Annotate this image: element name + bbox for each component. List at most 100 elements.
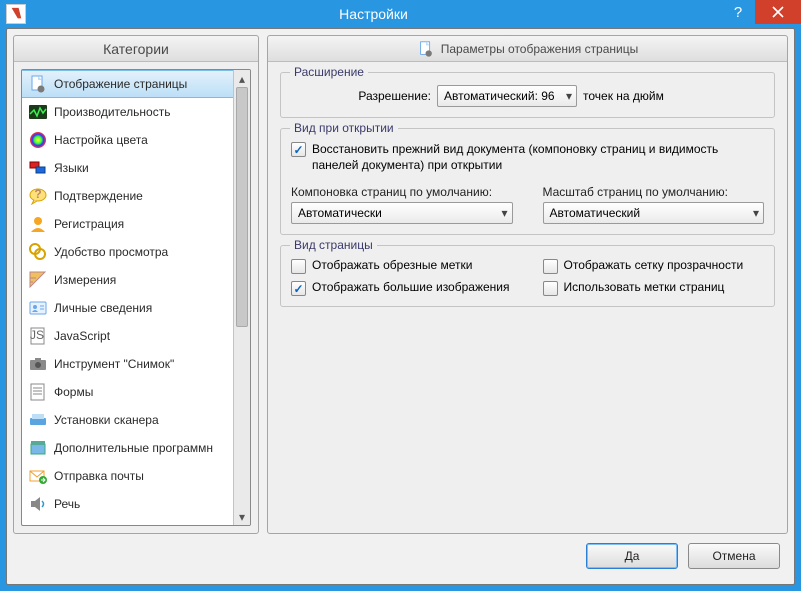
restore-view-checkbox[interactable]: Восстановить прежний вид документа (комп… [291,141,764,173]
zoom-label: Масштаб страниц по умолчанию: [543,185,765,199]
sidebar-item-measure[interactable]: Измерения [22,266,233,294]
layout-value: Автоматически [298,206,382,220]
svg-text:?: ? [34,187,41,201]
crop-marks-label: Отображать обрезные метки [312,258,472,272]
sidebar-item-label: Дополнительные программн [54,441,213,455]
group-open-view: Вид при открытии Восстановить прежний ви… [280,128,775,235]
sidebar-item-accessibility[interactable]: Удобство просмотра [22,238,233,266]
transparency-grid-checkbox[interactable]: Отображать сетку прозрачности [543,258,765,274]
titlebar: Настройки ? [0,0,801,28]
large-images-label: Отображать большие изображения [312,280,509,294]
help-button[interactable]: ? [721,0,755,24]
sidebar-item-performance[interactable]: Производительность [22,98,233,126]
resolution-select[interactable]: Автоматический: 96 ▾ [437,85,577,107]
forms-icon [28,382,48,402]
zoom-value: Автоматический [550,206,641,220]
sidebar-item-label: Отправка почты [54,469,144,483]
resolution-value: Автоматический: 96 [444,89,555,103]
group-page-view: Вид страницы Отображать обрезные метки О… [280,245,775,307]
languages-icon [28,158,48,178]
sidebar-item-javascript[interactable]: JS JavaScript [22,322,233,350]
resolution-label: Разрешение: [351,89,431,103]
categories-scrollbar[interactable]: ▴ ▾ [233,70,250,525]
group-extension-legend: Расширение [290,65,368,79]
color-icon [28,130,48,150]
sidebar-item-label: Речь [54,497,80,511]
restore-view-label: Восстановить прежний вид документа (комп… [312,141,764,173]
sidebar-item-speech[interactable]: Речь [22,490,233,518]
sidebar-item-mail[interactable]: Отправка почты [22,462,233,490]
sidebar-item-page-display[interactable]: Отображение страницы [22,70,233,98]
measure-icon [28,270,48,290]
group-extension: Расширение Разрешение: Автоматический: 9… [280,72,775,118]
sidebar-item-label: Формы [54,385,93,399]
app-icon [6,4,26,24]
large-images-checkbox[interactable]: Отображать большие изображения [291,280,513,296]
ocr-icon: OCR [28,522,48,526]
sidebar-item-confirm[interactable]: ? Подтверждение [22,182,233,210]
sidebar-item-identity[interactable]: Личные сведения [22,294,233,322]
categories-header: Категории [14,36,258,62]
scroll-up-button[interactable]: ▴ [234,70,250,87]
categories-panel: Категории Отображение страницы Производи… [13,35,259,534]
sidebar-item-label: Инструмент "Снимок" [54,357,174,371]
close-button[interactable] [755,0,801,24]
sidebar-item-label: Отображение страницы [54,77,187,91]
checkbox-icon [543,281,558,296]
sidebar-item-register[interactable]: Регистрация [22,210,233,238]
sidebar-item-scanner[interactable]: Установки сканера [22,406,233,434]
sidebar-item-label: Настройка цвета [54,133,148,147]
dialog-buttons: Да Отмена [13,534,788,578]
chevron-down-icon: ▾ [501,206,507,220]
scanner-icon [28,410,48,430]
sidebar-item-label: OCR [54,525,81,526]
layout-select[interactable]: Автоматически ▾ [291,202,513,224]
page-labels-label: Использовать метки страниц [564,280,725,294]
identity-icon [28,298,48,318]
checkbox-icon [291,142,306,157]
zoom-select[interactable]: Автоматический ▾ [543,202,765,224]
page-display-icon [417,40,435,58]
transparency-grid-label: Отображать сетку прозрачности [564,258,744,272]
chevron-down-icon: ▾ [753,206,759,220]
resolution-unit: точек на дюйм [583,89,664,103]
snapshot-icon [28,354,48,374]
svg-text:JS: JS [30,328,44,342]
window-title: Настройки [26,6,721,22]
addons-icon [28,438,48,458]
sidebar-item-label: JavaScript [54,329,110,343]
content-header: Параметры отображения страницы [268,36,787,62]
sidebar-item-forms[interactable]: Формы [22,378,233,406]
layout-label: Компоновка страниц по умолчанию: [291,185,513,199]
sidebar-item-label: Производительность [54,105,170,119]
page-labels-checkbox[interactable]: Использовать метки страниц [543,280,765,296]
scroll-thumb[interactable] [236,87,248,327]
checkbox-icon [543,259,558,274]
dialog-body: Категории Отображение страницы Производи… [6,28,795,585]
sidebar-item-label: Регистрация [54,217,124,231]
checkbox-icon [291,281,306,296]
crop-marks-checkbox[interactable]: Отображать обрезные метки [291,258,513,274]
group-open-view-legend: Вид при открытии [290,121,398,135]
js-icon: JS [28,326,48,346]
sidebar-item-languages[interactable]: Языки [22,154,233,182]
chevron-down-icon: ▾ [566,89,572,103]
group-page-view-legend: Вид страницы [290,238,377,252]
cancel-button[interactable]: Отмена [688,543,780,569]
sidebar-item-color[interactable]: Настройка цвета [22,126,233,154]
ok-button[interactable]: Да [586,543,678,569]
sidebar-item-addons[interactable]: Дополнительные программн [22,434,233,462]
sidebar-item-snapshot[interactable]: Инструмент "Снимок" [22,350,233,378]
sidebar-item-ocr[interactable]: OCR OCR [22,518,233,525]
mail-icon [28,466,48,486]
sidebar-item-label: Подтверждение [54,189,143,203]
content-panel: Параметры отображения страницы Расширени… [267,35,788,534]
scroll-track[interactable] [234,87,250,508]
sidebar-item-label: Установки сканера [54,413,159,427]
sidebar-item-label: Языки [54,161,89,175]
categories-list: Отображение страницы Производительность … [22,70,233,525]
register-icon [28,214,48,234]
sidebar-item-label: Удобство просмотра [54,245,168,259]
sidebar-item-label: Измерения [54,273,116,287]
scroll-down-button[interactable]: ▾ [234,508,250,525]
